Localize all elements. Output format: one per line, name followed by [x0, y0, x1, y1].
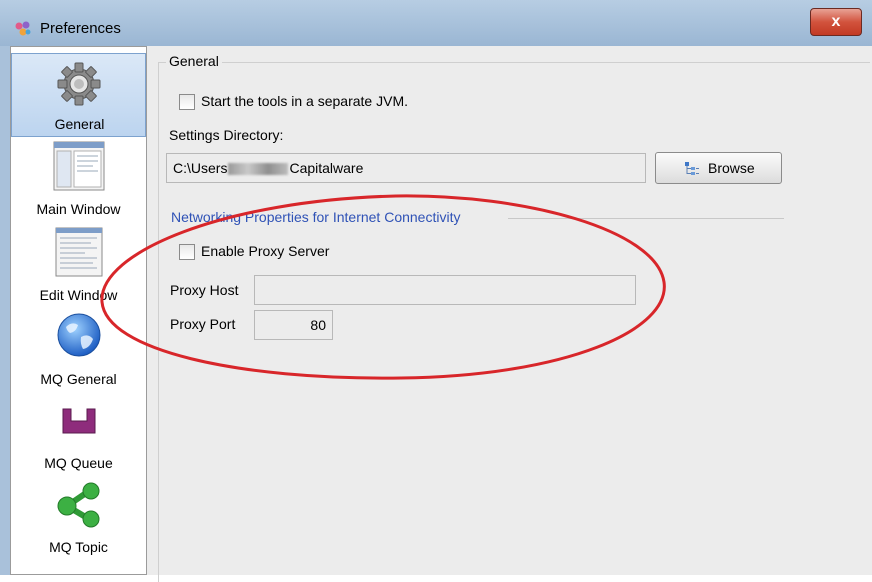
window-frame-left	[0, 46, 10, 575]
window-title: Preferences	[40, 20, 121, 37]
title-bar[interactable]: Preferences x	[0, 0, 872, 46]
networking-section-title: Networking Properties for Internet Conne…	[171, 209, 461, 225]
sidebar-item-mq-topic[interactable]: MQ Topic	[11, 477, 146, 561]
close-button[interactable]: x	[810, 8, 862, 36]
separate-jvm-checkbox[interactable]	[179, 94, 195, 110]
proxy-host-label: Proxy Host	[170, 282, 239, 298]
edit-window-icon	[55, 227, 102, 277]
settings-directory-prefix: C:\Users	[173, 160, 228, 176]
settings-directory-label: Settings Directory:	[169, 127, 284, 143]
topic-icon	[57, 482, 99, 528]
sidebar-item-label: MQ Queue	[44, 455, 113, 471]
sidebar-item-label: MQ General	[40, 371, 117, 387]
proxy-host-field[interactable]	[254, 275, 636, 305]
browse-button[interactable]: Browse	[655, 152, 782, 184]
settings-directory-suffix: Capitalware	[289, 160, 364, 176]
preferences-window: Preferences x General Main Window Edit W…	[0, 0, 872, 582]
separate-jvm-label: Start the tools in a separate JVM.	[201, 93, 408, 109]
sidebar-item-edit-window[interactable]: Edit Window	[11, 225, 146, 309]
gear-icon	[57, 62, 100, 106]
group-title: General	[166, 53, 222, 69]
preferences-sidebar: General Main Window Edit Window MQ Gener…	[10, 46, 147, 575]
enable-proxy-checkbox[interactable]	[179, 244, 195, 260]
sidebar-item-label: General	[54, 116, 105, 132]
app-icon	[15, 21, 31, 36]
section-divider	[508, 218, 784, 219]
enable-proxy-label: Enable Proxy Server	[201, 243, 330, 259]
sidebar-item-label: MQ Topic	[49, 539, 108, 555]
proxy-port-label: Proxy Port	[170, 316, 236, 332]
main-window-icon	[53, 141, 104, 191]
sidebar-item-label: Edit Window	[39, 287, 118, 303]
proxy-port-field[interactable]: 80	[254, 310, 333, 340]
settings-directory-field[interactable]: C:\Users Capitalware	[166, 153, 646, 183]
sidebar-item-general[interactable]: General	[11, 53, 146, 137]
sidebar-item-mq-queue[interactable]: MQ Queue	[11, 393, 146, 477]
redacted-username	[228, 163, 289, 176]
globe-icon	[57, 313, 100, 357]
tree-icon	[685, 162, 699, 175]
queue-icon	[62, 408, 95, 434]
sidebar-item-label: Main Window	[36, 201, 121, 217]
browse-label: Browse	[708, 160, 755, 176]
sidebar-item-mq-general[interactable]: MQ General	[11, 309, 146, 393]
sidebar-item-main-window[interactable]: Main Window	[11, 139, 146, 223]
